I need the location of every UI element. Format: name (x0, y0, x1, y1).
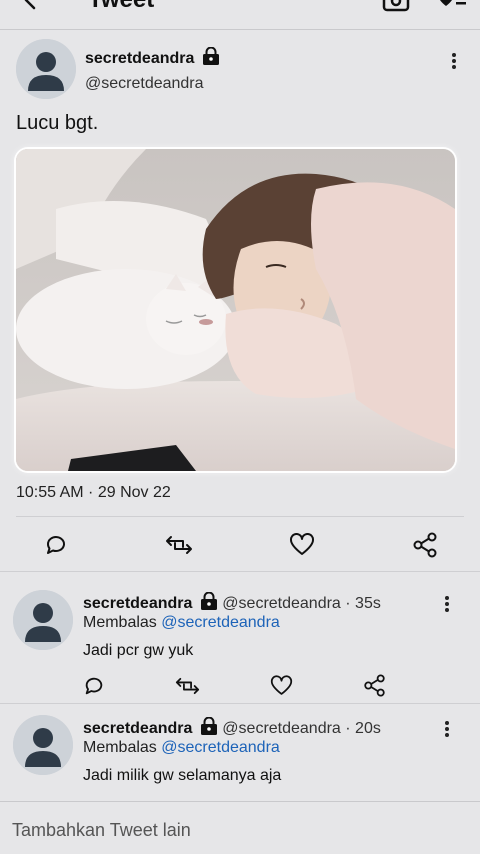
like-icon[interactable] (289, 533, 315, 562)
display-name[interactable]: secretdeandra (83, 720, 192, 737)
avatar[interactable] (13, 715, 73, 775)
lock-icon (202, 46, 220, 70)
lock-icon (200, 591, 218, 615)
reply-tweet[interactable]: secretdeandra @secretdeandra · 35s Memba… (0, 590, 480, 702)
replying-to: Membalas @secretdeandra (83, 614, 280, 632)
back-arrow-icon[interactable] (20, 0, 48, 17)
divider (0, 703, 480, 704)
divider (16, 516, 464, 517)
reply-header: secretdeandra @secretdeandra · 20s (83, 716, 381, 740)
replying-prefix: Membalas (83, 739, 157, 756)
more-options-icon[interactable] (441, 594, 453, 614)
reply-composer[interactable]: Tambahkan Tweet lain (0, 801, 480, 854)
share-icon[interactable] (363, 674, 386, 702)
avatar[interactable] (16, 39, 76, 99)
author-name-row: secretdeandra (85, 46, 220, 70)
main-tweet: secretdeandra @secretdeandra Lucu bgt. 1… (0, 31, 480, 573)
page-title: Tweet (88, 0, 154, 14)
tweet-photo[interactable] (16, 149, 455, 471)
reply-icon[interactable] (83, 675, 105, 702)
reply-tweet[interactable]: secretdeandra @secretdeandra · 20s Memba… (0, 715, 480, 797)
reply-header: secretdeandra @secretdeandra · 35s (83, 591, 381, 615)
replying-to-link[interactable]: @secretdeandra (161, 614, 280, 631)
author-handle[interactable]: @secretdeandra (85, 75, 204, 93)
reply-icon[interactable] (44, 533, 68, 562)
share-icon[interactable] (412, 532, 438, 563)
avatar[interactable] (13, 590, 73, 650)
display-name[interactable]: secretdeandra (83, 595, 192, 612)
reply-text: Jadi milik gw selamanya aja (83, 767, 282, 784)
retweet-icon[interactable] (175, 675, 200, 702)
reply-meta: @secretdeandra · 35s (222, 595, 381, 612)
more-options-icon[interactable] (448, 51, 460, 71)
replying-prefix: Membalas (83, 614, 157, 631)
divider (0, 571, 480, 572)
composer-placeholder[interactable]: Tambahkan Tweet lain (12, 820, 191, 841)
list-icon[interactable] (436, 0, 468, 17)
like-icon[interactable] (270, 675, 293, 702)
tweet-timestamp: 10:55 AM · 29 Nov 22 (16, 484, 171, 501)
replying-to: Membalas @secretdeandra (83, 739, 280, 757)
more-options-icon[interactable] (441, 719, 453, 739)
top-app-bar: Tweet (0, 0, 480, 30)
reply-meta: @secretdeandra · 20s (222, 720, 381, 737)
replying-to-link[interactable]: @secretdeandra (161, 739, 280, 756)
retweet-icon[interactable] (165, 533, 193, 562)
tweet-text: Lucu bgt. (16, 112, 99, 134)
lock-icon (200, 716, 218, 740)
display-name[interactable]: secretdeandra (85, 50, 194, 67)
camera-icon[interactable] (382, 0, 410, 17)
reply-text: Jadi pcr gw yuk (83, 642, 194, 659)
